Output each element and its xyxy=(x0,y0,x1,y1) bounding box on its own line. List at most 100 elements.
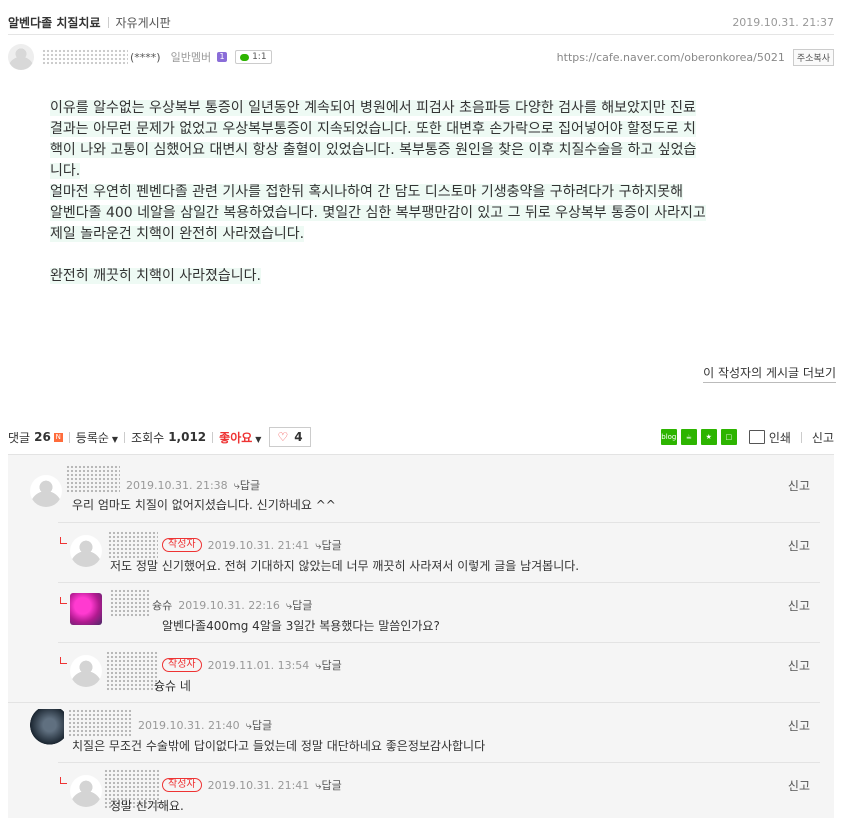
post-title: 알벤다졸 치질치료 xyxy=(8,15,101,30)
comments-label[interactable]: 댓글 xyxy=(8,429,30,446)
article-line: 이유를 알수없는 우상복부 통증이 일년동안 계속되어 병원에서 피검사 초음파… xyxy=(50,100,696,116)
views-label: 조회수 xyxy=(131,430,165,445)
author-row: (****) 일반멤버 1 1:1 https://cafe.naver.com… xyxy=(8,44,834,70)
article-line: 알벤다졸 400 네알을 삼일간 복용하였습니다. 몇일간 심한 복부팽만감이 … xyxy=(50,205,706,221)
comment-text: 슝슈 네 xyxy=(154,679,191,693)
comment-datetime: 2019.11.01. 13:54 xyxy=(207,658,310,672)
header-divider xyxy=(8,34,834,35)
reply-label: 답글 xyxy=(321,539,342,552)
avatar[interactable] xyxy=(70,593,102,625)
post-url: https://cafe.naver.com/oberonkorea/5021 xyxy=(556,50,785,64)
avatar[interactable] xyxy=(30,475,62,507)
comment-text: 우리 엄마도 치질이 없어지셨습니다. 신기하네요 ^^ xyxy=(72,498,336,512)
comment-report-button[interactable]: 신고 xyxy=(788,657,810,674)
comment-text: 저도 정말 신기했어요. 전혀 기대하지 않았는데 너무 깨끗히 사라져서 이렇… xyxy=(110,559,580,573)
like-count: 4 xyxy=(294,430,303,444)
comment-report-button[interactable]: 신고 xyxy=(788,777,810,794)
avatar[interactable] xyxy=(70,655,102,687)
article-body: 이유를 알수없는 우상복부 통증이 일년동안 계속되어 병원에서 피검사 초음파… xyxy=(50,98,810,287)
chat-button[interactable]: 1:1 xyxy=(235,50,272,64)
band-share-icon[interactable]: □ xyxy=(720,429,737,445)
reply-button[interactable]: ⤷답글 xyxy=(246,717,272,733)
reply-arrow-icon xyxy=(60,597,67,604)
reply-label: 답글 xyxy=(239,479,261,492)
comment-nickname-blurred[interactable] xyxy=(108,531,158,559)
reply-label: 답글 xyxy=(321,659,342,672)
comment-datetime: 2019.10.31. 21:40 xyxy=(138,718,240,732)
reply-arrow-icon xyxy=(60,537,67,544)
chat-bubble-icon xyxy=(240,53,250,61)
share-icon[interactable] xyxy=(748,430,765,444)
comment-nickname-blurred[interactable] xyxy=(110,589,150,617)
comment-reply-item: 작성자 2019.10.31. 21:41 ⤷답글 저도 정말 신기했어요. 전… xyxy=(8,523,834,583)
comment-nickname-blurred[interactable] xyxy=(106,651,158,691)
board-link[interactable]: 자유게시판 xyxy=(116,14,171,31)
avatar[interactable] xyxy=(70,775,102,807)
reply-button[interactable]: ⤷답글 xyxy=(315,657,341,673)
divider xyxy=(124,431,126,443)
share-icons: blog ☕ ★ □ 인쇄 신고 xyxy=(660,429,834,446)
caret-down-icon: ▼ xyxy=(255,434,262,444)
reply-label: 답글 xyxy=(321,779,342,792)
comments-count[interactable]: 26 xyxy=(34,430,51,444)
new-badge-icon: N xyxy=(53,432,63,442)
article-line: 핵이 나와 고통이 심했어요 대변시 항상 출혈이 있었습니다. 복부통증 원인… xyxy=(50,142,697,158)
views-count: 1,012 xyxy=(168,430,207,444)
article-line: 제일 놀라운건 치핵이 완전히 사라졌습니다. xyxy=(50,226,305,242)
comment-datetime: 2019.10.31. 21:41 xyxy=(207,538,310,552)
comment-report-button[interactable]: 신고 xyxy=(788,477,810,494)
comment-item: 2019.10.31. 21:38 ⤷답글 우리 엄마도 치질이 없어지셨습니다… xyxy=(8,455,834,523)
sort-dropdown[interactable]: 등록순 ▼ xyxy=(76,429,118,446)
reply-button[interactable]: ⤷답글 xyxy=(234,477,260,493)
like-dropdown[interactable]: 좋아요 ▼ xyxy=(219,429,261,446)
blog-share-icon[interactable]: blog xyxy=(660,429,677,445)
print-button[interactable]: 인쇄 xyxy=(769,429,791,446)
article-line: 얼마전 우연히 펜벤다졸 관련 기사를 접한뒤 혹시나하여 간 담도 디스토마 … xyxy=(50,184,683,200)
comment-report-button[interactable]: 신고 xyxy=(788,717,810,734)
copy-url-button[interactable]: 주소복사 xyxy=(792,48,834,66)
comment-nickname-suffix[interactable]: 슝슈 xyxy=(152,597,172,613)
level-badge-icon: 1 xyxy=(217,52,228,62)
bookmark-star-icon[interactable]: ★ xyxy=(700,429,717,445)
divider xyxy=(800,431,802,443)
article-line: 결과는 아무런 문제가 없었고 우상복부통증이 지속되었습니다. 또한 대변후 … xyxy=(50,121,696,137)
caret-down-icon: ▼ xyxy=(111,434,119,444)
comment-text: 알벤다졸400mg 4알을 3일간 복용했다는 말씀인가요? xyxy=(162,619,440,633)
comment-nickname-blurred[interactable] xyxy=(66,465,120,493)
cafe-share-icon[interactable]: ☕ xyxy=(680,429,697,445)
comment-datetime: 2019.10.31. 22:16 xyxy=(178,598,280,612)
reply-arrow-icon xyxy=(60,777,67,784)
comment-report-button[interactable]: 신고 xyxy=(788,597,810,614)
comment-datetime: 2019.10.31. 21:41 xyxy=(207,778,310,792)
stats-bar: 댓글 26 N 등록순 ▼ 조회수 1,012 좋아요 ▼ ♡ 4 blog ☕ ★… xyxy=(8,426,834,448)
avatar[interactable] xyxy=(28,709,64,749)
comment-list: 2019.10.31. 21:38 ⤷답글 우리 엄마도 치질이 없어지셨습니다… xyxy=(8,454,834,818)
author-tag-badge: 작성자 xyxy=(162,658,202,672)
reply-button[interactable]: ⤷답글 xyxy=(315,777,341,793)
article-line: 완전히 깨끗히 치핵이 사라졌습니다. xyxy=(50,268,261,284)
comment-report-button[interactable]: 신고 xyxy=(788,537,810,554)
author-more-posts-link[interactable]: 이 작성자의 게시글 더보기 xyxy=(703,364,836,383)
post-datetime: 2019.10.31. 21:37 xyxy=(732,15,834,29)
comment-item: 2019.10.31. 21:40 ⤷답글 치질은 무조건 수술밖에 답이없다고… xyxy=(8,703,834,763)
like-label: 좋아요 xyxy=(219,430,253,445)
post-header: 알벤다졸 치질치료 자유게시판 2019.10.31. 21:37 xyxy=(8,12,834,32)
reply-button[interactable]: ⤷답글 xyxy=(315,537,341,553)
divider xyxy=(107,16,109,28)
reply-button[interactable]: ⤷답글 xyxy=(286,597,312,613)
sort-label: 등록순 xyxy=(75,430,109,445)
avatar[interactable] xyxy=(8,44,34,70)
author-nickname-suffix[interactable]: (****) xyxy=(130,51,161,64)
like-button[interactable]: ♡ 4 xyxy=(269,427,311,447)
reply-label: 답글 xyxy=(251,719,273,732)
heart-icon: ♡ xyxy=(277,430,289,444)
comment-datetime: 2019.10.31. 21:38 xyxy=(126,478,228,492)
comment-nickname-blurred[interactable] xyxy=(68,709,132,737)
author-nickname-blurred[interactable] xyxy=(42,49,128,65)
report-button[interactable]: 신고 xyxy=(812,429,834,446)
avatar[interactable] xyxy=(70,535,102,567)
reply-label: 답글 xyxy=(292,599,313,612)
comment-text: 치질은 무조건 수술밖에 답이없다고 들었는데 정말 대단하네요 좋은정보감사합… xyxy=(72,739,486,753)
divider xyxy=(68,431,70,443)
comment-reply-item: 작성자 2019.11.01. 13:54 ⤷답글 슝슈 네 신고 xyxy=(8,643,834,703)
